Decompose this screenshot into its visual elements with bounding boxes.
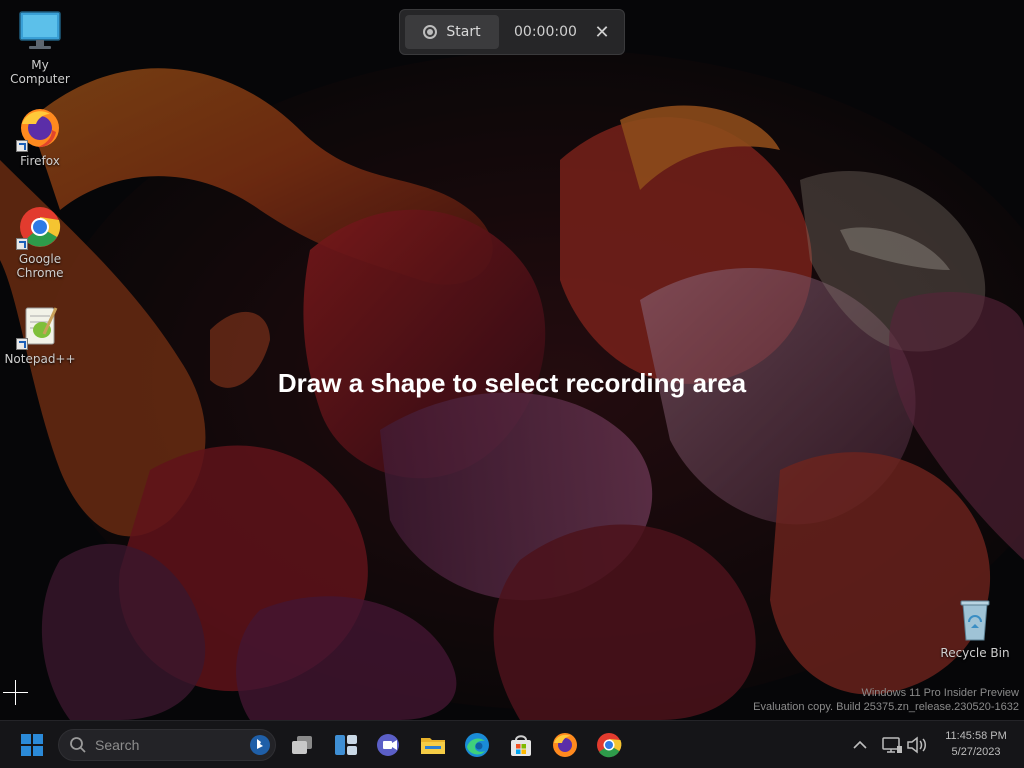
desktop-icon-label: Google Chrome — [16, 252, 64, 280]
monitor-icon — [16, 10, 64, 56]
search-placeholder: Search — [95, 737, 140, 753]
recycle-bin-icon — [951, 598, 999, 644]
desktop-icon-firefox[interactable]: Firefox — [0, 106, 80, 168]
firefox-icon — [16, 106, 64, 152]
recording-toolbar: Start 00:00:00 ✕ — [399, 9, 625, 55]
desktop-icon-label: My Computer — [10, 58, 70, 86]
windows-watermark: Windows 11 Pro Insider Preview Evaluatio… — [753, 686, 1019, 714]
edge-icon[interactable] — [463, 731, 491, 759]
taskbar-clock[interactable]: 11:45:58 PM 5/27/2023 — [936, 728, 1016, 760]
shortcut-arrow-icon — [16, 238, 28, 250]
desktop-icon-label: Recycle Bin — [940, 646, 1010, 660]
recording-timer: 00:00:00 — [514, 24, 577, 40]
start-icon[interactable] — [18, 731, 46, 759]
crosshair-cursor-icon — [3, 680, 28, 705]
desktop-screen: My Computer Firefox Google Chrome Notepa… — [0, 0, 1024, 768]
bing-icon[interactable] — [249, 734, 271, 756]
network-icon[interactable] — [878, 731, 906, 759]
start-recording-button[interactable]: Start — [405, 15, 499, 49]
clock-date: 5/27/2023 — [951, 746, 1001, 758]
watermark-edition: Windows 11 Pro Insider Preview — [861, 687, 1019, 699]
shortcut-arrow-icon — [16, 140, 28, 152]
desktop-icon-label: Notepad++ — [4, 352, 76, 366]
watermark-build: Evaluation copy. Build 25375.zn_release.… — [753, 701, 1019, 713]
widgets-icon[interactable] — [332, 731, 360, 759]
store-icon[interactable] — [507, 731, 535, 759]
start-recording-label: Start — [446, 24, 481, 40]
close-icon[interactable]: ✕ — [590, 20, 614, 44]
desktop-wallpaper — [0, 0, 1024, 720]
shortcut-arrow-icon — [16, 338, 28, 350]
desktop-icon-notepadpp[interactable]: Notepad++ — [0, 304, 80, 366]
firefox-icon[interactable] — [551, 731, 579, 759]
volume-icon[interactable] — [903, 731, 931, 759]
chrome-icon — [16, 204, 64, 250]
notepadpp-icon — [16, 304, 64, 350]
desktop-icon-label: Firefox — [20, 154, 60, 168]
desktop-icon-my-computer[interactable]: My Computer — [0, 10, 80, 86]
search-icon — [70, 737, 86, 753]
chrome-icon[interactable] — [595, 731, 623, 759]
file-explorer-icon[interactable] — [419, 731, 447, 759]
task-view-icon[interactable] — [288, 731, 316, 759]
teams-chat-icon[interactable] — [375, 731, 403, 759]
record-icon — [423, 25, 438, 39]
desktop-icon-recycle-bin[interactable]: Recycle Bin — [935, 598, 1015, 660]
desktop-icon-google-chrome[interactable]: Google Chrome — [0, 204, 80, 280]
taskbar-search-box[interactable]: Search — [58, 729, 276, 761]
clock-time: 11:45:58 PM — [945, 730, 1007, 742]
selection-instruction: Draw a shape to select recording area — [277, 368, 747, 398]
chevron-up-icon[interactable] — [846, 731, 874, 759]
taskbar: Search 11:45:58 PM 5/27/2023 — [0, 720, 1024, 768]
